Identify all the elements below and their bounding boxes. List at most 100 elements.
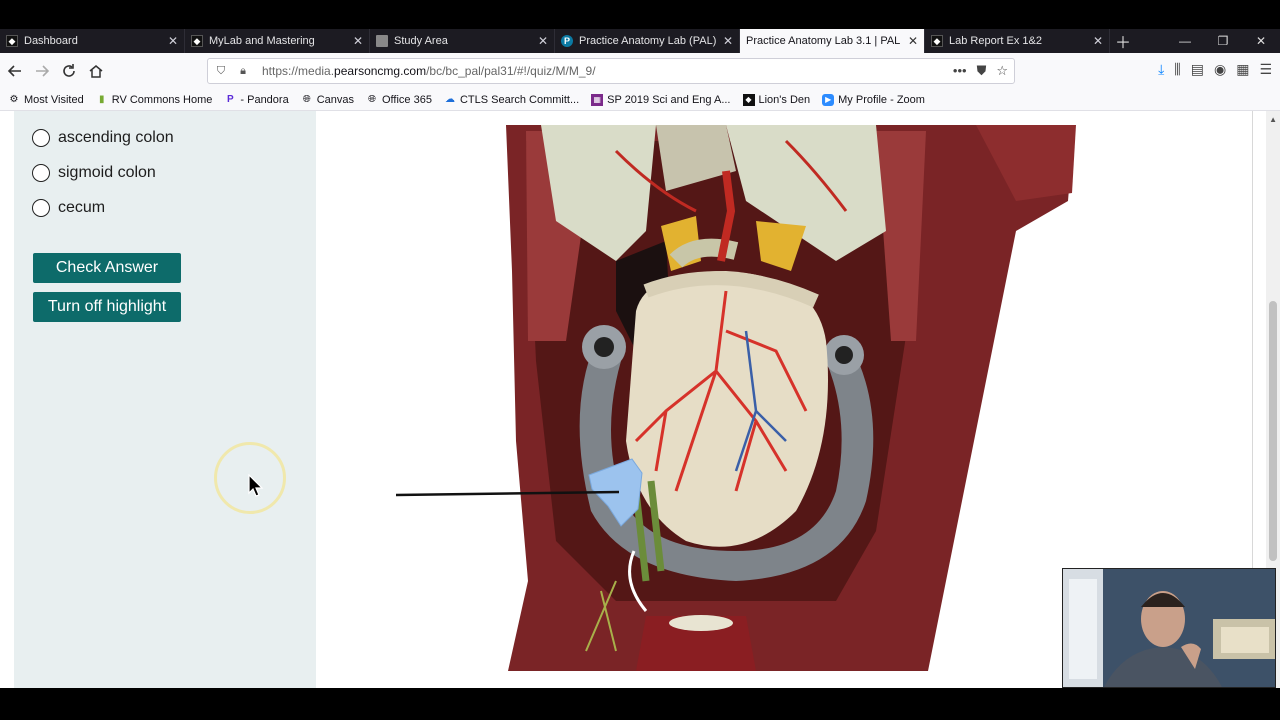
url-text[interactable]: https://media.pearsoncmg.com/bc/bc_pal/p…	[262, 64, 596, 78]
mouse-pointer-icon	[248, 474, 264, 497]
turn-off-highlight-button[interactable]: Turn off highlight	[33, 292, 181, 322]
radio-button[interactable]	[32, 129, 50, 147]
close-icon[interactable]: ✕	[908, 34, 918, 48]
bookmark-pandora[interactable]: P - Pandora	[224, 93, 289, 106]
bookmark-rv-commons[interactable]: ▮ RV Commons Home	[96, 93, 213, 106]
dark-square-icon: ◆	[191, 35, 203, 47]
option-ascending-colon[interactable]: ascending colon	[32, 129, 174, 147]
dark-square-icon: ◆	[931, 35, 943, 47]
screen: ◆ Dashboard ✕ ◆ MyLab and Mastering ✕ St…	[0, 0, 1280, 720]
quiz-panel: ascending colon sigmoid colon cecum Chec…	[14, 111, 316, 688]
bookmark-label: Most Visited	[24, 93, 84, 106]
bookmark-zoom[interactable]: ▶ My Profile - Zoom	[822, 93, 925, 106]
close-icon[interactable]: ✕	[353, 34, 363, 48]
star-icon[interactable]: ☆	[996, 63, 1008, 79]
bookmarks-bar: ⚙ Most Visited ▮ RV Commons Home P - Pandor…	[0, 89, 1280, 111]
dark-square-icon: ◆	[6, 35, 18, 47]
close-icon[interactable]: ✕	[723, 34, 733, 48]
option-label: sigmoid colon	[58, 164, 156, 181]
url-bar[interactable]: ⛉ 🔒︎ https://media.pearsoncmg.com/bc/bc_…	[207, 58, 1015, 84]
more-actions-icon[interactable]: •••	[953, 63, 967, 79]
reload-icon	[62, 64, 75, 77]
url-prefix: https://media.	[262, 64, 335, 78]
restore-icon[interactable]: ❐	[1204, 29, 1242, 53]
new-tab-button[interactable]: ＋	[1110, 29, 1136, 53]
toolbar-right: ⤓ ⫼ ▤ ◉ ▦ ☰	[1158, 61, 1280, 78]
tab-lab-report[interactable]: ◆ Lab Report Ex 1&2 ✕	[925, 29, 1110, 53]
cloud-icon: ☁	[444, 94, 455, 105]
arrow-right-icon	[35, 65, 49, 77]
account-icon[interactable]: ◉	[1214, 61, 1226, 78]
reload-button[interactable]	[55, 57, 82, 85]
tab-study-area[interactable]: Study Area ✕	[370, 29, 555, 53]
minimize-icon[interactable]: —	[1166, 29, 1204, 53]
tab-label: Practice Anatomy Lab 3.1 | PAL | Pe	[746, 35, 902, 47]
bookmark-label: Lion's Den	[758, 93, 811, 106]
bookmark-label: SP 2019 Sci and Eng A...	[607, 93, 731, 106]
nav-bar: ⛉ 🔒︎ https://media.pearsoncmg.com/bc/bc_…	[0, 53, 1280, 89]
bookmark-label: - Pandora	[240, 93, 289, 106]
bookmark-label: RV Commons Home	[111, 93, 213, 106]
url-path: /bc/bc_pal/pal31/#!/quiz/M/M_9/	[426, 64, 596, 78]
bookmark-lions-den[interactable]: ◆ Lion's Den	[742, 93, 811, 106]
tab-pal-active[interactable]: Practice Anatomy Lab 3.1 | PAL | Pe ✕	[740, 29, 925, 53]
pandora-icon: P	[227, 94, 234, 105]
arrow-left-icon	[7, 65, 21, 77]
extensions-icon[interactable]: ▦	[1236, 61, 1249, 78]
bookmark-office365[interactable]: 🌐︎ Office 365	[366, 94, 432, 106]
zoom-icon: ▶	[822, 93, 835, 106]
globe-icon: 🌐︎	[368, 94, 376, 105]
bookmark-most-visited[interactable]: ⚙ Most Visited	[8, 94, 84, 106]
pocket-icon[interactable]: ⛊	[977, 63, 987, 79]
webcam-image	[1063, 569, 1275, 687]
dark-square-icon: ◆	[742, 93, 755, 106]
radio-button[interactable]	[32, 199, 50, 217]
radio-button[interactable]	[32, 164, 50, 182]
bookmark-ctls[interactable]: ☁ CTLS Search Committ...	[444, 94, 579, 106]
bookmark-label: CTLS Search Committ...	[459, 93, 580, 106]
window-controls: — ❐ ✕	[1166, 29, 1280, 53]
bottom-letterbox	[0, 688, 1280, 720]
home-button[interactable]	[82, 57, 109, 85]
url-domain: pearsoncmg.com	[334, 64, 427, 78]
close-icon[interactable]: ✕	[1093, 34, 1103, 48]
tab-pal[interactable]: P Practice Anatomy Lab (PAL) 3. ✕	[555, 29, 740, 53]
close-icon[interactable]: ✕	[168, 34, 178, 48]
webcam-overlay	[1062, 568, 1276, 688]
close-window-icon[interactable]: ✕	[1242, 29, 1280, 53]
scroll-up-icon[interactable]: ▲	[1269, 115, 1277, 124]
home-icon	[89, 65, 102, 78]
shield-icon[interactable]: ⛉	[212, 65, 230, 78]
menu-icon[interactable]: ☰	[1259, 61, 1272, 78]
tab-label: Dashboard	[24, 35, 78, 47]
check-answer-button[interactable]: Check Answer	[33, 253, 181, 283]
close-icon[interactable]: ✕	[538, 34, 548, 48]
lock-icon[interactable]: 🔒︎	[234, 65, 252, 78]
download-icon[interactable]: ⤓	[1158, 61, 1164, 78]
globe-icon: 🌐︎	[302, 94, 311, 105]
document-icon	[376, 35, 388, 47]
calendar-icon: ▦	[591, 93, 604, 106]
bookmark-sp2019[interactable]: ▦ SP 2019 Sci and Eng A...	[591, 93, 731, 106]
bookmark-icon: ▮	[98, 94, 105, 105]
back-button[interactable]	[1, 57, 28, 85]
bookmark-label: Office 365	[382, 93, 432, 106]
tab-label: Lab Report Ex 1&2	[949, 35, 1042, 47]
bookmark-canvas[interactable]: 🌐︎ Canvas	[301, 94, 354, 106]
library-icon[interactable]: ⫼	[1174, 61, 1180, 78]
forward-button[interactable]	[28, 57, 55, 85]
tab-dashboard[interactable]: ◆ Dashboard ✕	[0, 29, 185, 53]
option-sigmoid-colon[interactable]: sigmoid colon	[32, 164, 156, 182]
option-label: cecum	[58, 199, 106, 216]
tab-label: Practice Anatomy Lab (PAL) 3.	[579, 35, 717, 47]
option-cecum[interactable]: cecum	[32, 199, 105, 217]
scrollbar-thumb[interactable]	[1269, 301, 1277, 561]
gear-icon: ⚙	[9, 94, 19, 105]
tab-mylab[interactable]: ◆ MyLab and Mastering ✕	[185, 29, 370, 53]
sidebar-icon[interactable]: ▤	[1191, 61, 1204, 78]
top-letterbox	[0, 0, 1280, 29]
tab-label: Study Area	[394, 35, 448, 47]
tab-bar: ◆ Dashboard ✕ ◆ MyLab and Mastering ✕ St…	[0, 29, 1280, 53]
option-label: ascending colon	[58, 129, 174, 146]
bookmark-label: Canvas	[316, 93, 354, 106]
